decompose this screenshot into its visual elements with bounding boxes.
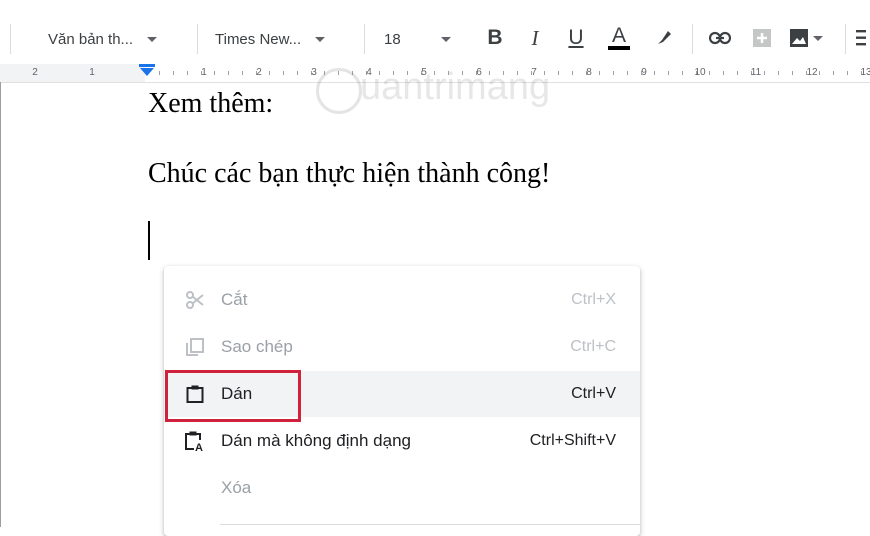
ruler-number: 3 — [311, 67, 317, 78]
toolbar-divider — [364, 24, 365, 54]
toolbar-divider — [845, 24, 846, 54]
highlight-color-button[interactable] — [649, 23, 679, 53]
bold-button[interactable]: B — [480, 23, 510, 53]
annotation-highlight-box — [165, 370, 301, 422]
menu-item-shortcut: Ctrl+V — [571, 385, 616, 402]
menu-item-label: Cắt — [221, 290, 248, 309]
ruler-number: 1 — [89, 67, 95, 78]
toolbar-divider — [692, 24, 693, 54]
menu-item-delete[interactable]: Xóa — [164, 465, 640, 511]
ruler-tick — [173, 71, 174, 75]
ruler-tick — [269, 71, 271, 75]
ruler-margin — [0, 64, 145, 82]
style-dropdown-label: Văn bản th... — [48, 30, 134, 48]
italic-button[interactable]: I — [520, 23, 550, 53]
insert-link-button[interactable] — [705, 23, 735, 53]
font-dropdown-label: Times New... — [215, 30, 302, 48]
ruler-tick — [241, 71, 243, 75]
ruler-tick — [833, 71, 834, 75]
ruler-number: 1 — [201, 67, 207, 78]
toolbar-divider — [197, 24, 198, 54]
copy-icon — [182, 334, 208, 360]
font-dropdown[interactable]: Times New... — [215, 26, 326, 52]
paste-plain-icon: A — [182, 428, 208, 454]
text-color-button[interactable]: A — [604, 23, 634, 53]
ruler-number: 13 — [860, 67, 870, 78]
toolbar: Văn bản th... Times New... 18 B I U A — [0, 0, 870, 72]
ruler-tick — [558, 71, 559, 75]
ruler-number: 9 — [641, 67, 647, 78]
insert-comment-button[interactable] — [747, 23, 777, 53]
highlighter-icon — [658, 31, 671, 44]
chevron-down-icon — [813, 35, 823, 41]
chevron-down-icon — [147, 36, 158, 42]
ruler-tick — [723, 71, 724, 75]
ruler-tick — [571, 71, 573, 75]
italic-icon: I — [531, 25, 539, 50]
chevron-down-icon — [440, 36, 451, 42]
ruler-tick — [296, 71, 298, 75]
align-lines-icon — [856, 30, 866, 46]
menu-item-cut[interactable]: Cắt Ctrl+X — [164, 277, 640, 323]
ruler-tick — [654, 71, 656, 75]
text-color-icon: A — [611, 24, 626, 47]
ruler-tick — [736, 71, 738, 75]
ruler-tick — [214, 71, 216, 75]
ruler-tick — [283, 71, 284, 75]
ruler-tick — [819, 71, 821, 75]
watermark-logo — [316, 68, 362, 114]
ruler-tick — [159, 71, 161, 75]
ruler-tick — [626, 71, 628, 75]
ruler-tick — [668, 71, 669, 75]
menu-item-label: Sao chép — [221, 337, 293, 356]
ruler-tick — [791, 71, 793, 75]
menu-item-shortcut: Ctrl+C — [570, 338, 616, 355]
ruler-number: 2 — [256, 67, 262, 78]
underline-button[interactable]: U — [561, 23, 591, 53]
underline-icon: U — [568, 26, 584, 49]
ruler-tick — [681, 71, 683, 75]
menu-item-copy[interactable]: Sao chép Ctrl+C — [164, 324, 640, 370]
bold-icon: B — [487, 26, 503, 49]
ruler-number: 2 — [32, 67, 38, 78]
more-options-button[interactable] — [852, 23, 870, 53]
text-cursor — [148, 221, 150, 260]
svg-text:A: A — [195, 442, 203, 452]
menu-divider — [220, 524, 640, 525]
first-line-indent-handle[interactable] — [139, 64, 155, 67]
scissors-icon — [182, 287, 208, 313]
document-line[interactable]: Xem thêm: — [148, 88, 273, 120]
chevron-down-icon — [315, 36, 326, 42]
left-indent-handle[interactable] — [140, 68, 154, 76]
ruler-tick — [599, 71, 601, 75]
font-size-label: 18 — [384, 30, 401, 48]
image-icon — [790, 29, 808, 47]
ruler-tick — [764, 71, 766, 75]
ruler-number: 8 — [586, 67, 592, 78]
ruler-tick — [846, 71, 848, 75]
ruler-tick — [709, 71, 711, 75]
ruler-tick — [778, 71, 779, 75]
menu-item-label: Xóa — [221, 478, 252, 497]
ruler-tick — [613, 71, 614, 75]
link-icon — [709, 31, 731, 45]
toolbar-divider — [10, 24, 11, 54]
text-color-swatch — [608, 46, 630, 50]
style-dropdown[interactable]: Văn bản th... — [48, 26, 158, 52]
ruler-tick — [228, 71, 229, 75]
menu-item-shortcut: Ctrl+Shift+V — [529, 432, 616, 449]
insert-image-button[interactable] — [786, 23, 826, 53]
ruler-tick — [186, 71, 188, 75]
ruler-number: 10 — [694, 67, 706, 78]
menu-item-shortcut: Ctrl+X — [571, 291, 616, 308]
document-line[interactable]: Chúc các bạn thực hiện thành công! — [148, 158, 550, 190]
watermark: uantrimang — [360, 66, 551, 108]
ruler-number: 11 — [750, 67, 762, 78]
font-size-dropdown[interactable]: 18 — [384, 26, 451, 52]
menu-item-label: Dán mà không định dạng — [221, 431, 411, 450]
add-comment-icon — [753, 29, 771, 47]
page-left-edge — [0, 82, 1, 527]
menu-item-paste-without-formatting[interactable]: A Dán mà không định dạng Ctrl+Shift+V — [164, 418, 640, 464]
ruler-number: 12 — [806, 67, 818, 78]
